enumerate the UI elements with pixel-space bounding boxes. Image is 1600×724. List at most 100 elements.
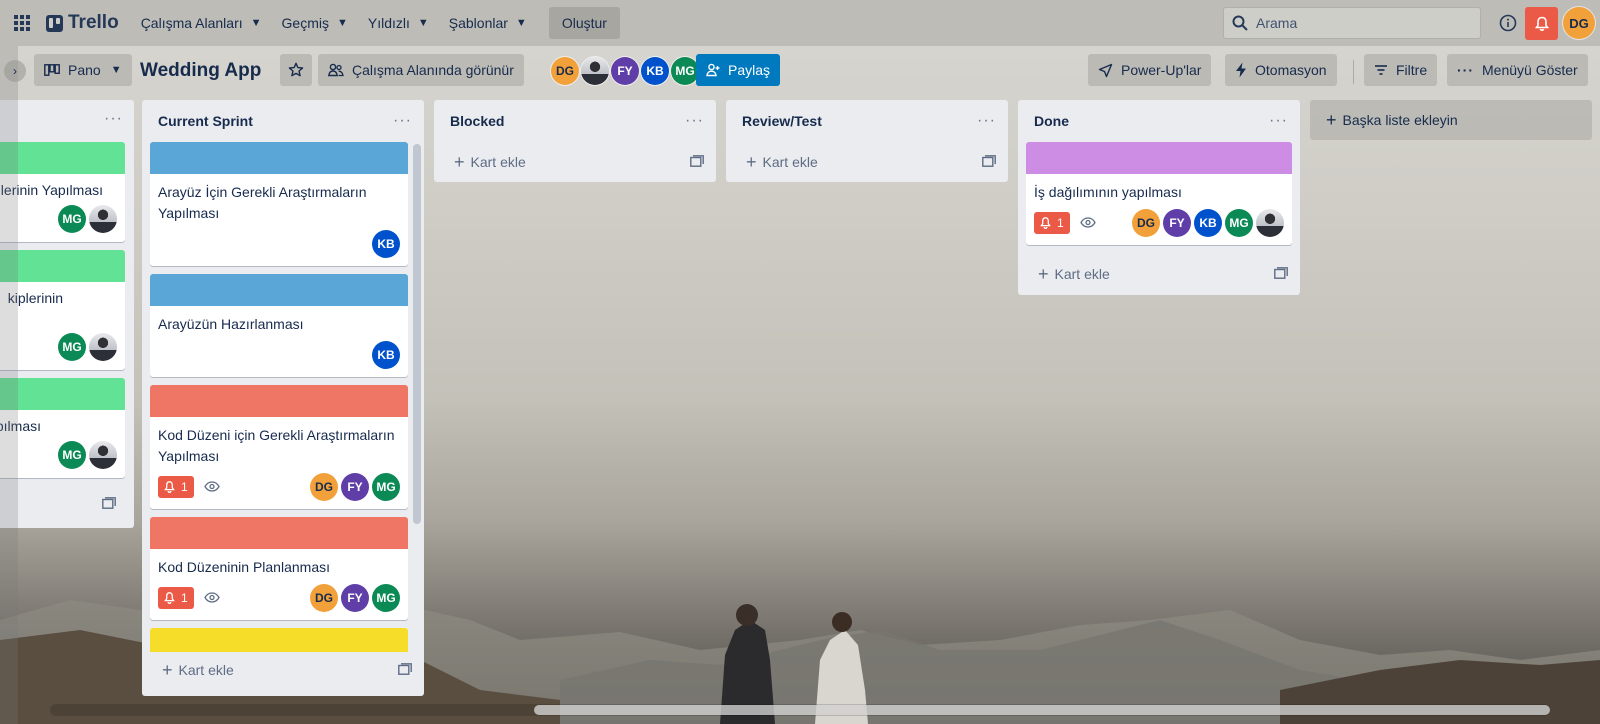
card[interactable]: İş dağılımının yapılması 1 DG FY KB MG <box>1026 142 1292 245</box>
member-avatar[interactable]: MG <box>671 57 699 85</box>
member-avatar-photo[interactable] <box>89 441 117 469</box>
info-icon[interactable] <box>1492 7 1524 39</box>
top-navigation-bar: Trello Çalışma Alanları ▼ Geçmiş ▼ Yıldızl… <box>0 0 1600 46</box>
notification-count: 1 <box>181 591 188 605</box>
list-menu-dots-icon[interactable]: ··· <box>393 112 412 130</box>
add-card-button[interactable]: + Kart ekle <box>746 153 818 171</box>
chevron-down-icon: ▼ <box>250 17 262 29</box>
add-card-label: Kart ekle <box>1054 266 1110 282</box>
notification-count: 1 <box>1057 216 1064 230</box>
powerups-label: Power-Up'lar <box>1121 62 1202 78</box>
member-avatar-photo[interactable] <box>1256 209 1284 237</box>
member-avatar[interactable]: FY <box>1163 209 1191 237</box>
member-avatar-photo[interactable] <box>89 333 117 361</box>
member-avatar[interactable]: FY <box>611 57 639 85</box>
member-avatar[interactable]: KB <box>372 230 400 258</box>
add-card-button[interactable]: + Kart ekle <box>162 661 234 679</box>
list-partially-visible: ··· lerinin Yapılması MG kiplerinin MG p… <box>0 100 134 528</box>
member-avatar[interactable]: KB <box>372 341 400 369</box>
visibility-button[interactable]: Çalışma Alanında görünür <box>318 54 524 86</box>
menu-templates[interactable]: Şablonlar ▼ <box>439 7 537 39</box>
card[interactable]: Arayüz İçin Gerekli Araştırmaların Yapıl… <box>150 142 408 266</box>
share-button[interactable]: Paylaş <box>696 54 781 86</box>
card[interactable]: kiplerinin MG <box>0 250 125 370</box>
list-menu-dots-icon[interactable]: ··· <box>977 112 996 130</box>
create-from-template-icon[interactable] <box>1274 266 1288 282</box>
show-menu-label: Menüyü Göster <box>1482 62 1578 78</box>
list-footer: + Kart ekle <box>726 142 1008 182</box>
card[interactable]: Kod Düzeni için Gerekli Araştırmaların Y… <box>150 385 408 509</box>
list-title[interactable]: Current Sprint <box>158 113 253 129</box>
chevron-down-icon: ▼ <box>515 17 527 29</box>
member-avatar[interactable]: DG <box>310 473 338 501</box>
member-avatar[interactable]: KB <box>641 57 669 85</box>
notification-badge: 1 <box>1034 212 1070 234</box>
create-from-template-icon[interactable] <box>690 154 704 170</box>
list-footer: + Kart ekle <box>142 652 424 688</box>
menu-label: Yıldızlı <box>367 15 410 31</box>
card-cover <box>1026 142 1292 174</box>
current-user-avatar[interactable]: DG <box>1563 7 1595 39</box>
card[interactable]: pılması MG <box>0 378 125 478</box>
show-menu-button[interactable]: ··· Menüyü Göster <box>1447 54 1588 86</box>
bell-icon <box>164 481 175 493</box>
card[interactable] <box>150 628 408 652</box>
member-avatar[interactable]: DG <box>551 57 579 85</box>
list-menu-dots-icon[interactable]: ··· <box>685 112 704 130</box>
automation-label: Otomasyon <box>1255 62 1327 78</box>
trello-logo[interactable]: Trello <box>46 12 119 34</box>
member-avatar-photo[interactable] <box>89 205 117 233</box>
notifications-bell-icon[interactable] <box>1525 7 1558 40</box>
card[interactable]: lerinin Yapılması MG <box>0 142 125 242</box>
card[interactable]: Kod Düzeninin Planlanması 1 DG FY MG <box>150 517 408 620</box>
member-avatar[interactable]: FY <box>341 584 369 612</box>
apps-grid-icon[interactable] <box>2 7 42 39</box>
horizontal-scrollbar-thumb[interactable] <box>534 705 1550 715</box>
filter-icon <box>1374 64 1388 76</box>
member-avatar[interactable]: MG <box>58 333 86 361</box>
card-cover <box>0 250 125 282</box>
board-title[interactable]: Wedding App <box>140 56 261 86</box>
add-list-button[interactable]: + Başka liste ekleyin <box>1310 100 1592 140</box>
member-avatar[interactable]: MG <box>372 584 400 612</box>
card-container: Arayüz İçin Gerekli Araştırmaların Yapıl… <box>142 142 424 652</box>
list-title[interactable]: Review/Test <box>742 113 822 129</box>
powerups-button[interactable]: Power-Up'lar <box>1088 54 1212 86</box>
member-avatar[interactable]: MG <box>58 441 86 469</box>
list-scrollbar[interactable] <box>413 144 421 524</box>
star-board-icon[interactable] <box>280 54 312 86</box>
board-view-switcher[interactable]: Pano ▼ <box>34 54 132 86</box>
card-members: MG <box>58 333 117 361</box>
add-card-button[interactable]: + Kart ekle <box>1038 265 1110 283</box>
member-avatar[interactable]: FY <box>341 473 369 501</box>
member-avatar[interactable]: MG <box>372 473 400 501</box>
expand-sidebar-chevron-icon[interactable]: › <box>4 60 26 82</box>
list-menu-dots-icon[interactable]: ··· <box>1269 112 1288 130</box>
member-avatar[interactable]: MG <box>58 205 86 233</box>
add-card-button[interactable]: + Kart ekle <box>454 153 526 171</box>
filter-button[interactable]: Filtre <box>1364 54 1438 86</box>
create-from-template-icon[interactable] <box>102 496 116 512</box>
visibility-label: Çalışma Alanında görünür <box>352 62 514 78</box>
board-members: DG FY KB MG <box>551 57 701 85</box>
card-members: MG <box>58 441 117 469</box>
member-avatar[interactable]: DG <box>310 584 338 612</box>
list-menu-dots-icon[interactable]: ··· <box>104 110 123 128</box>
create-from-template-icon[interactable] <box>398 662 412 678</box>
menu-starred[interactable]: Yıldızlı ▼ <box>358 7 439 39</box>
automation-button[interactable]: Otomasyon <box>1225 54 1337 86</box>
search-input[interactable]: Arama <box>1223 7 1481 39</box>
card[interactable]: Arayüzün Hazırlanması KB <box>150 274 408 377</box>
menu-workspaces[interactable]: Çalışma Alanları ▼ <box>131 7 272 39</box>
member-avatar-photo[interactable] <box>581 57 609 85</box>
list-title[interactable]: Blocked <box>450 113 504 129</box>
member-avatar[interactable]: MG <box>1225 209 1253 237</box>
more-dots-icon: ··· <box>1457 62 1474 78</box>
menu-recent[interactable]: Geçmiş ▼ <box>272 7 358 39</box>
rocket-icon <box>1098 63 1113 78</box>
member-avatar[interactable]: KB <box>1194 209 1222 237</box>
create-button[interactable]: Oluştur <box>548 7 620 39</box>
create-from-template-icon[interactable] <box>982 154 996 170</box>
list-title[interactable]: Done <box>1034 113 1069 129</box>
member-avatar[interactable]: DG <box>1132 209 1160 237</box>
